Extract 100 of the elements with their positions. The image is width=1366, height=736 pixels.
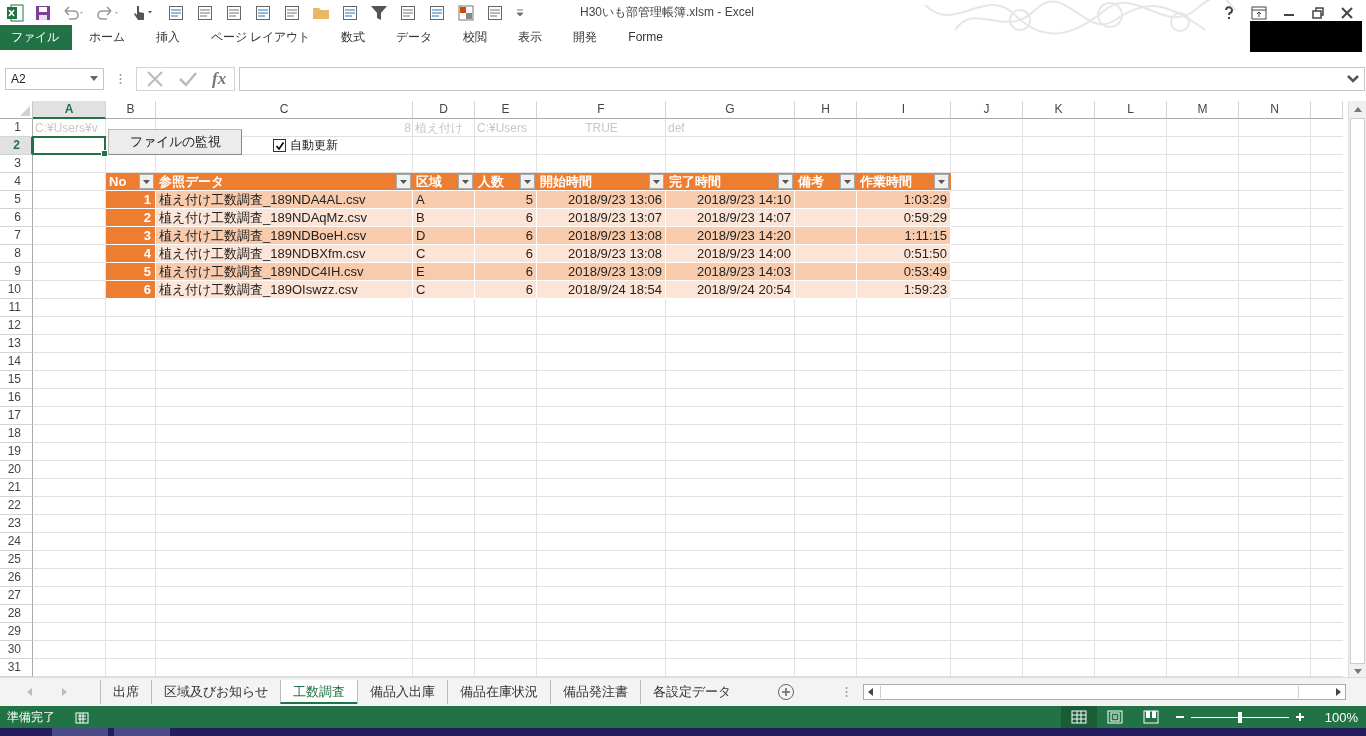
row-header[interactable]: 24	[0, 533, 33, 551]
column-header[interactable]: N	[1239, 101, 1311, 119]
row-header[interactable]: 8	[0, 245, 33, 263]
row-header[interactable]: 2	[0, 137, 33, 155]
column-header[interactable]: C	[156, 101, 413, 119]
row-header[interactable]: 9	[0, 263, 33, 281]
undo-icon[interactable]	[62, 4, 86, 21]
customize-caret-icon[interactable]	[515, 7, 525, 18]
ribbon-tab[interactable]: 表示	[503, 25, 557, 50]
row-header[interactable]: 10	[0, 281, 33, 299]
row-header[interactable]: 21	[0, 479, 33, 497]
filter-button[interactable]	[934, 174, 949, 189]
name-box[interactable]: A2	[5, 67, 104, 90]
row-header[interactable]: 15	[0, 371, 33, 389]
ribbon-tab[interactable]: ファイル	[0, 25, 72, 50]
zoom-thumb[interactable]	[1237, 711, 1242, 723]
excel-logo-icon[interactable]	[6, 3, 24, 22]
row-header[interactable]: 22	[0, 497, 33, 515]
table-cell: 1:11:15	[857, 227, 951, 245]
filter-button[interactable]	[520, 174, 535, 189]
ribbon-tab[interactable]: ページ レイアウト	[196, 25, 325, 50]
ribbon-tab[interactable]: 開発	[558, 25, 612, 50]
row-header[interactable]: 3	[0, 155, 33, 173]
filter-button[interactable]	[396, 174, 411, 189]
column-header[interactable]: D	[413, 101, 475, 119]
row-header[interactable]: 19	[0, 443, 33, 461]
scroll-right-icon[interactable]	[1335, 688, 1341, 696]
column-header[interactable]: A	[33, 101, 106, 119]
column-header[interactable]: M	[1167, 101, 1239, 119]
column-header[interactable]: F	[537, 101, 666, 119]
horizontal-scrollbar[interactable]	[863, 684, 1346, 700]
sheet-tab[interactable]: 備品入出庫	[357, 680, 447, 704]
filter-button[interactable]	[649, 174, 664, 189]
zoom-in-icon[interactable]	[1294, 712, 1305, 722]
scrollbar-thumb[interactable]	[1350, 118, 1365, 664]
row-header[interactable]: 25	[0, 551, 33, 569]
column-header[interactable]: E	[475, 101, 537, 119]
row-header[interactable]: 28	[0, 605, 33, 623]
scroll-up-icon[interactable]	[1353, 107, 1362, 113]
ribbon-tab[interactable]: 挿入	[141, 25, 194, 50]
view-button[interactable]	[1060, 706, 1097, 728]
row-header[interactable]: 29	[0, 623, 33, 641]
row-header[interactable]: 27	[0, 587, 33, 605]
row-header[interactable]: 5	[0, 191, 33, 209]
row-header[interactable]: 18	[0, 425, 33, 443]
column-header[interactable]: K	[1023, 101, 1095, 119]
filter-button[interactable]	[778, 174, 793, 189]
sheet-tab[interactable]: 備品在庫状況	[447, 680, 550, 704]
vertical-scrollbar[interactable]	[1348, 101, 1366, 677]
ribbon-tab[interactable]: 数式	[326, 25, 380, 50]
chart-icon[interactable]	[457, 3, 475, 22]
column-header[interactable]: J	[951, 101, 1023, 119]
sheet-tab[interactable]: 出席	[100, 680, 151, 704]
row-header[interactable]: 6	[0, 209, 33, 227]
row-header[interactable]: 14	[0, 353, 33, 371]
expand-icon[interactable]	[1347, 74, 1359, 83]
column-header[interactable]: I	[857, 101, 951, 119]
row-header[interactable]: 30	[0, 641, 33, 659]
filter-icon[interactable]	[370, 3, 388, 22]
formula-input[interactable]	[239, 66, 1365, 91]
column-header[interactable]: L	[1095, 101, 1167, 119]
sheet-tab[interactable]: 各設定データ	[640, 680, 743, 704]
ribbon-tab[interactable]: ホーム	[74, 25, 139, 50]
row-header[interactable]: 11	[0, 299, 33, 317]
row-header[interactable]: 12	[0, 317, 33, 335]
insert-function-button[interactable]: fx	[212, 68, 227, 89]
zoom-level[interactable]: 100%	[1324, 709, 1358, 725]
row-header[interactable]: 23	[0, 515, 33, 533]
save-icon[interactable]	[35, 4, 51, 21]
ribbon-tab[interactable]: データ	[381, 25, 447, 50]
column-header[interactable]: G	[666, 101, 795, 119]
sheet-tab[interactable]: 備品発注書	[550, 680, 640, 704]
close-icon[interactable]	[1340, 5, 1354, 20]
ribbon-tab[interactable]: Forme	[613, 25, 677, 50]
row-header[interactable]: 13	[0, 335, 33, 353]
filter-button[interactable]	[458, 174, 473, 189]
row-header[interactable]: 4	[0, 173, 33, 191]
redo-icon[interactable]	[97, 4, 121, 21]
restore-icon[interactable]	[1311, 5, 1325, 20]
filter-button[interactable]	[139, 174, 154, 189]
row-header[interactable]: 20	[0, 461, 33, 479]
sheet-tab[interactable]: 工数調査	[280, 680, 357, 704]
macro-record-icon[interactable]	[75, 710, 89, 724]
new-sheet-icon[interactable]	[777, 683, 795, 701]
auto-update-checkbox[interactable]: 自動更新	[273, 137, 338, 154]
row-header[interactable]: 7	[0, 227, 33, 245]
column-header[interactable]: H	[795, 101, 857, 119]
ribbon-tab[interactable]: 校閲	[448, 25, 502, 50]
row-header[interactable]: 16	[0, 389, 33, 407]
filter-button[interactable]	[840, 174, 855, 189]
checkbox[interactable]	[273, 139, 286, 152]
scroll-left-icon[interactable]	[868, 688, 874, 696]
scroll-down-icon[interactable]	[1353, 669, 1362, 675]
scrollbar-thumb[interactable]	[880, 686, 1299, 698]
row-header[interactable]: 26	[0, 569, 33, 587]
ribbon-display-icon[interactable]	[1251, 5, 1267, 20]
column-header[interactable]: B	[106, 101, 156, 119]
row-header[interactable]: 17	[0, 407, 33, 425]
help-icon[interactable]	[1222, 5, 1236, 20]
watch-file-button[interactable]: ファイルの監視	[108, 129, 242, 155]
